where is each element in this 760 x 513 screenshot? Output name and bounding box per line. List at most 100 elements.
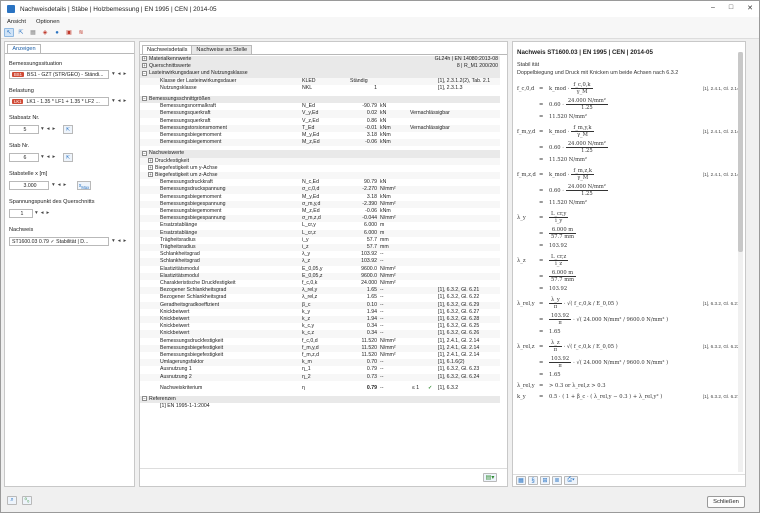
formula-fraction: L_cr,z i_z [549, 254, 569, 267]
next-icon[interactable]: ▸ [46, 210, 49, 216]
tab-nachweisdetails[interactable]: Nachweisdetails [142, 45, 193, 54]
maximize-icon[interactable]: □ [729, 4, 733, 12]
menu-optionen[interactable]: Optionen [36, 19, 60, 25]
next-icon[interactable]: ▸ [123, 238, 126, 244]
print-icon[interactable]: ⎙▾ [564, 476, 578, 485]
menu-ansicht[interactable]: Ansicht [7, 19, 26, 25]
scroll-thumb[interactable] [738, 52, 743, 252]
pick-icon[interactable]: ↖ [4, 28, 14, 37]
expand-icon[interactable]: − [142, 150, 147, 156]
section-row[interactable]: + Materialkennwerte GL24h | EN 14080:2013-… [140, 56, 500, 64]
filter-icon[interactable]: ▦ [28, 28, 38, 37]
pick-member-set-button[interactable]: ⇱ [63, 125, 73, 134]
prev-icon[interactable]: ◂ [118, 98, 121, 104]
select-icon[interactable]: ⇱ [16, 28, 26, 37]
section-row[interactable]: + Querschnittswerte 8 | R_M1 200/200 [140, 63, 500, 71]
formula-fraction: f_m,y,k γ_M [571, 125, 594, 138]
next-icon[interactable]: ▸ [63, 182, 66, 188]
expand-icon[interactable]: + [142, 63, 147, 69]
formula-scrollbar[interactable] [738, 52, 743, 472]
prev-icon[interactable]: ◂ [118, 71, 121, 77]
table-row[interactable]: + Druckfestigkeit [140, 157, 500, 165]
chevron-down-icon[interactable]: ▾ [41, 126, 44, 132]
section-row[interactable]: − Lasteinwirkungsdauer und Nutzungsklasse [140, 70, 500, 78]
table-row: Nutzungsklasse NKL 1 [1], 2.3.1.3 [140, 85, 500, 92]
section-row[interactable]: − Bemessungsschnittgrößen [140, 96, 500, 104]
next-icon[interactable]: ▸ [123, 98, 126, 104]
table-row: Knickbeiwert k_c,z 0.34 -- [1], 6.3.2, Gl. 6… [140, 330, 500, 338]
layout-icon[interactable]: ▦ [516, 476, 526, 485]
formula-lhs: λ_z [517, 258, 526, 264]
close-icon[interactable]: ✕ [747, 4, 753, 12]
formula-lhs: k_y [517, 394, 526, 400]
chevron-down-icon[interactable]: ▾ [41, 154, 44, 160]
chevron-down-icon[interactable]: ▾ [52, 182, 55, 188]
minimize-icon[interactable]: – [711, 4, 715, 12]
chevron-down-icon[interactable]: ▾ [35, 210, 38, 216]
prev-icon[interactable]: ◂ [58, 182, 61, 188]
row-label: Schlankheitsgrad [160, 258, 320, 265]
row-name: Bemessungsbiegemoment [160, 139, 222, 146]
search-icon[interactable]: ⌕ [7, 496, 17, 505]
color-icon[interactable]: ● [52, 28, 62, 37]
chevron-down-icon[interactable]: ▾ [112, 238, 115, 244]
expand-icon[interactable]: − [142, 396, 147, 402]
expand-icon[interactable]: − [142, 70, 147, 76]
next-icon[interactable]: ▸ [52, 126, 55, 132]
row-name: Knickbeiwert [160, 323, 190, 330]
prev-icon[interactable]: ◂ [47, 154, 50, 160]
spannungspunkt-select[interactable]: 1 [9, 209, 33, 218]
x-max-button[interactable]: xMax [77, 181, 91, 190]
row-reference: Vernachlässigbar [410, 110, 450, 117]
expand-icon[interactable]: + [142, 56, 147, 62]
prev-icon[interactable]: ◂ [47, 126, 50, 132]
prev-icon[interactable]: ◂ [41, 210, 44, 216]
table-row: Ausnutzung 2 η_2 0.73 -- [1], 6.3.2, Gl. 6.2… [140, 373, 500, 381]
equals-sign: = [539, 86, 544, 92]
tab-nachweise-an-stelle[interactable]: Nachweise an Stelle [191, 45, 253, 54]
numerator: L_cr,z [549, 254, 569, 261]
tab-anzeigen[interactable]: Anzeigen [7, 44, 41, 53]
expand-icon[interactable]: + [148, 172, 153, 178]
spannungspunkt-label: Spannungspunkt des Querschnitts [9, 199, 95, 205]
row-unit: kN [380, 117, 387, 124]
table-row[interactable]: + Biegefestigkeit um y-Achse [140, 165, 500, 172]
row-label: Umlagerungsfaktor [160, 359, 320, 366]
next-icon[interactable]: ▸ [52, 154, 55, 160]
section-row[interactable]: − Nachweiswerte [140, 150, 500, 158]
close-button[interactable]: Schließen [707, 496, 745, 508]
export-icon[interactable]: ▤▾ [483, 473, 497, 482]
table-row: Bezogener Schlankheitsgrad λ_rel,y 1.65 -- [… [140, 287, 500, 295]
row-value: 0.79 [366, 366, 377, 373]
expand-icon[interactable]: + [148, 157, 153, 163]
options-icon[interactable]: ≋ [76, 28, 86, 37]
row-symbol: f_c,0,k [302, 280, 318, 286]
table-row[interactable]: + Biegefestigkeit um z-Achse [140, 172, 500, 180]
units-settings-icon[interactable]: ⁰₀ [22, 496, 32, 505]
values-icon[interactable]: ⊞ [540, 476, 550, 485]
stabstelle-select[interactable]: 3.000 [9, 181, 49, 190]
formula-line: = 0.60 · 24.000 N/mm² 1.25 [517, 98, 608, 111]
next-icon[interactable]: ▸ [123, 71, 126, 77]
nachweis-label: Nachweis [9, 227, 34, 233]
view-icon[interactable]: ◈ [40, 28, 50, 37]
units-icon[interactable]: ≣ [552, 476, 562, 485]
equals-sign: = [539, 301, 544, 307]
prev-icon[interactable]: ◂ [118, 238, 121, 244]
row-unit: -- [380, 359, 384, 366]
expand-icon[interactable]: − [142, 96, 147, 102]
expand-icon[interactable]: + [148, 164, 153, 170]
row-symbol: T_Ed [302, 124, 315, 131]
symbol-icon[interactable]: § [528, 476, 538, 485]
nachweis-select[interactable]: ST1600.03 0.79 ✓ Stabilität | D... [9, 237, 109, 246]
chevron-down-icon[interactable]: ▾ [112, 98, 115, 104]
chevron-down-icon[interactable]: ▾ [112, 71, 115, 77]
stab-select[interactable]: 6 [9, 153, 39, 162]
belastung-select[interactable]: LK1 LK1 - 1.35 * LF1 + 1.35 * LF2 ... [9, 97, 109, 106]
pick-member-button[interactable]: ⇱ [63, 153, 73, 162]
row-label: Bemessungsbiegemoment [160, 132, 320, 139]
display-icon[interactable]: ▣ [64, 28, 74, 37]
stabsatz-select[interactable]: 5 [9, 125, 39, 134]
section-row[interactable]: − Referenzen [140, 396, 500, 404]
bemessungssituation-select[interactable]: BS1 BS1 - GZT (STR/GEO) - Ständi... [9, 70, 109, 79]
